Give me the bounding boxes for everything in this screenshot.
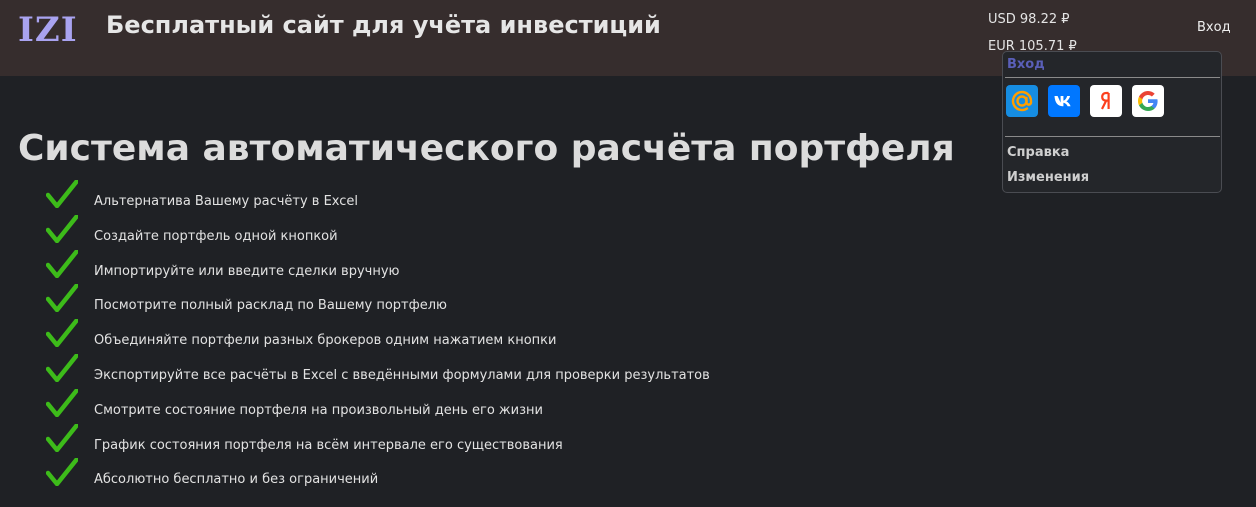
changes-link[interactable]: Изменения [1007,170,1089,185]
feature-text: Смотрите состояние портфеля на произволь… [94,402,543,418]
yandex-login-button[interactable] [1090,85,1122,117]
login-menu-title: Вход [1007,57,1045,72]
mail-ru-login-button[interactable] [1006,85,1038,117]
login-dropdown: Вход Справка Изменения [1002,51,1222,193]
vk-icon [1054,96,1071,107]
checkmark-icon [46,284,78,313]
checkmark-icon [46,214,78,243]
google-icon [1138,91,1158,111]
checkmark-icon [46,388,78,417]
checkmark-icon [46,353,78,382]
checkmark-icon [46,319,78,348]
checkmark-icon [46,458,78,487]
feature-text: Посмотрите полный расклад по Вашему порт… [94,298,447,314]
google-login-button[interactable] [1132,85,1164,117]
page-title: Система автоматического расчёта портфеля [18,128,955,169]
feature-text: Альтернатива Вашему расчёту в Excel [94,194,359,209]
site-title: Бесплатный сайт для учёта инвестиций [106,11,661,39]
checkmark-icon [46,423,78,452]
feature-text: Абсолютно бесплатно и без ограничений [94,472,379,488]
feature-text: Объединяйте портфели разных брокеров одн… [94,333,557,349]
menu-divider [1005,136,1220,137]
feature-text: Импортируйте или введите сделки вручную [94,263,400,279]
checkmark-icon [46,180,78,208]
usd-rate: USD 98.22 ₽ [988,12,1070,27]
help-link[interactable]: Справка [1007,145,1069,160]
login-link[interactable]: Вход [1197,20,1231,35]
yandex-icon [1101,91,1110,110]
site-logo[interactable]: IZI [18,10,78,50]
checkmark-icon [46,249,78,278]
feature-text: Создайте портфель одной кнопкой [94,228,338,244]
at-icon [1011,90,1033,112]
vk-login-button[interactable] [1048,85,1080,117]
feature-text: График состояния портфеля на всём интерв… [94,437,563,453]
menu-divider [1005,77,1220,78]
feature-text: Экспортируйте все расчёты в Excel с введ… [94,367,710,383]
